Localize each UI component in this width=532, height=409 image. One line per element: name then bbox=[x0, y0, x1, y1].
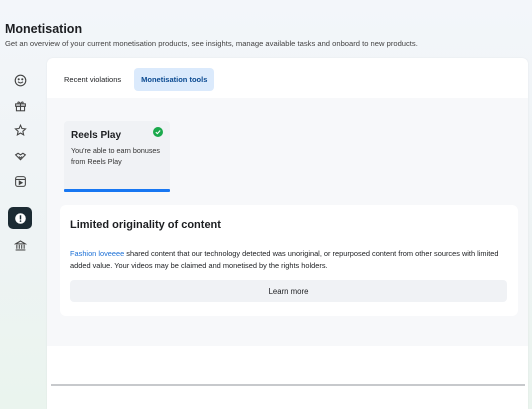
content-area: Reels Play You're able to earn bonuses f… bbox=[47, 98, 528, 386]
reels-icon[interactable] bbox=[6, 170, 34, 192]
main-panel: Recent violations Monetisation tools Ree… bbox=[47, 58, 528, 409]
violation-body: Fashion loveeee shared content that our … bbox=[70, 248, 510, 272]
bank-icon[interactable] bbox=[6, 234, 34, 256]
page-subtitle: Get an overview of your current monetisa… bbox=[5, 39, 418, 48]
violation-card: Limited originality of content Fashion l… bbox=[60, 205, 518, 316]
divider bbox=[51, 384, 525, 386]
star-badge-icon[interactable] bbox=[6, 119, 34, 141]
tab-monetisation-tools[interactable]: Monetisation tools bbox=[134, 68, 215, 91]
tab-bar: Recent violations Monetisation tools bbox=[57, 68, 215, 91]
learn-more-button[interactable]: Learn more bbox=[70, 280, 507, 302]
product-description: You're able to earn bonuses from Reels P… bbox=[71, 146, 161, 166]
handshake-icon[interactable] bbox=[6, 145, 34, 167]
selected-indicator bbox=[64, 189, 170, 192]
page-link[interactable]: Fashion loveeee bbox=[70, 249, 124, 258]
violation-body-text: shared content that our technology detec… bbox=[70, 249, 499, 270]
gift-icon[interactable] bbox=[6, 94, 34, 116]
product-card-reels-play[interactable]: Reels Play You're able to earn bonuses f… bbox=[64, 121, 170, 192]
alert-icon[interactable] bbox=[8, 207, 32, 229]
check-circle-icon bbox=[153, 127, 163, 137]
product-title: Reels Play bbox=[71, 130, 122, 141]
smiley-face-icon[interactable] bbox=[6, 69, 34, 91]
violation-title: Limited originality of content bbox=[70, 219, 221, 231]
page-title: Monetisation bbox=[5, 22, 83, 36]
tab-recent-violations[interactable]: Recent violations bbox=[57, 68, 128, 91]
